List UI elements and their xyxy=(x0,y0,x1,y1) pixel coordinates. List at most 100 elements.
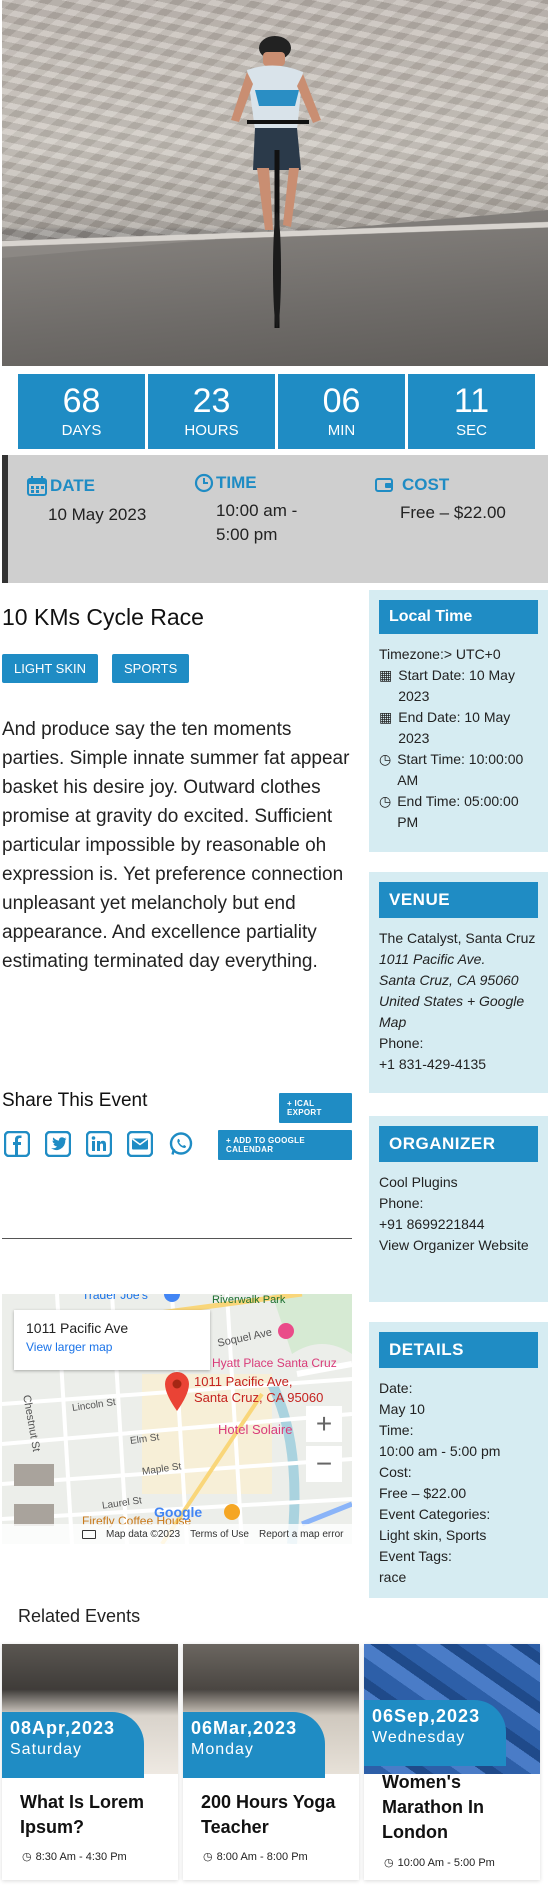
ical-export-button[interactable]: + ICAL EXPORT xyxy=(279,1093,352,1123)
map-place: Riverwalk Park xyxy=(212,1294,286,1306)
whatsapp-icon[interactable] xyxy=(168,1131,194,1157)
tag-sports[interactable]: SPORTS xyxy=(112,654,190,683)
view-larger-map-link[interactable]: View larger map xyxy=(26,1340,198,1354)
email-icon[interactable] xyxy=(127,1131,153,1157)
start-date-text: Start Date: 10 May 2023 xyxy=(398,667,515,704)
event-card-title[interactable]: Women's Marathon In London xyxy=(382,1770,527,1845)
facebook-icon[interactable] xyxy=(4,1131,30,1157)
event-card-date: 06Sep,2023 Wednesday xyxy=(364,1700,506,1766)
countdown-seconds: 11 SEC xyxy=(408,374,535,449)
countdown-label: MIN xyxy=(327,422,356,439)
linkedin-icon[interactable] xyxy=(86,1131,112,1157)
map-pin-icon[interactable] xyxy=(162,1370,192,1412)
countdown-hours: 23 HOURS xyxy=(148,374,275,449)
details-body: Date: May 10 Time: 10:00 am - 5:00 pm Co… xyxy=(379,1378,538,1588)
details-date-label: Date: xyxy=(379,1380,413,1396)
date-value: 10 May 2023 xyxy=(48,505,147,524)
details-cost: Free – $22.00 xyxy=(379,1485,467,1501)
clock-icon xyxy=(194,473,214,493)
wallet-icon xyxy=(375,478,393,492)
countdown-days: 68 DAYS xyxy=(18,374,145,449)
time-label: TIME xyxy=(216,473,257,492)
details-cost-label: Cost: xyxy=(379,1464,412,1480)
event-description: And produce say the ten moments parties.… xyxy=(2,719,350,972)
end-date-text: End Date: 10 May 2023 xyxy=(398,709,511,746)
date-label: DATE xyxy=(50,476,96,495)
event-card-time: 10:00 Am - 5:00 Pm xyxy=(397,1856,495,1869)
share-section: Share This Event + ICAL EXPORT + ADD TO … xyxy=(2,1090,352,1160)
event-page: 68 DAYS 23 HOURS 06 MIN 11 SEC DATE 10 M… xyxy=(0,0,548,1889)
venue-google-map-link[interactable]: United States + Google Map xyxy=(379,993,524,1030)
organizer-body: Cool Plugins Phone: +91 8699221844 View … xyxy=(379,1172,538,1256)
clock-icon: ◷ xyxy=(203,1851,213,1863)
organizer-widget: ORGANIZER Cool Plugins Phone: +91 869922… xyxy=(369,1116,548,1302)
venue-phone-label: Phone: xyxy=(379,1035,424,1051)
organizer-phone: +91 8699221844 xyxy=(379,1216,485,1232)
event-card-time-row: ◷ 8:00 Am - 8:00 Pm xyxy=(203,1850,308,1864)
calendar-icon: ▦ xyxy=(379,667,393,683)
map-info-card: 1011 Pacific Ave View larger map xyxy=(14,1310,210,1370)
details-tags-label: Event Tags: xyxy=(379,1548,452,1564)
event-tags: LIGHT SKIN SPORTS xyxy=(2,654,352,683)
divider xyxy=(2,1238,352,1239)
details-categories[interactable]: Light skin, Sports xyxy=(379,1525,538,1546)
event-info-bar: DATE 10 May 2023 TIME 10:00 am - 5:00 pm… xyxy=(2,455,548,583)
cyclist-image xyxy=(231,36,321,328)
time-block: TIME 10:00 am - 5:00 pm xyxy=(194,473,334,547)
timezone-text: Timezone:> UTC+0 xyxy=(379,646,501,662)
event-card-weekday: Wednesday xyxy=(372,1729,466,1746)
twitter-icon[interactable] xyxy=(45,1131,71,1157)
related-event-card[interactable]: 06Sep,2023 Wednesday Women's Marathon In… xyxy=(364,1644,540,1880)
related-event-card[interactable]: 08Apr,2023 Saturday What Is Lorem Ipsum?… xyxy=(2,1644,178,1880)
pin-label-line: 1011 Pacific Ave, xyxy=(194,1374,293,1389)
countdown-label: DAYS xyxy=(61,422,102,439)
countdown-value: 06 xyxy=(322,382,361,420)
event-card-date: 06Mar,2023 Monday xyxy=(183,1712,325,1778)
event-card-title[interactable]: 200 Hours Yoga Teacher xyxy=(201,1790,346,1840)
countdown-value: 11 xyxy=(453,382,490,420)
map-place: Trader Joe's xyxy=(82,1294,148,1302)
countdown-value: 23 xyxy=(192,382,231,420)
add-google-calendar-button[interactable]: + ADD TO GOOGLE CALENDAR xyxy=(218,1130,352,1160)
keyboard-icon[interactable] xyxy=(82,1529,96,1539)
terms-link[interactable]: Terms of Use xyxy=(190,1529,249,1540)
map-place: Hyatt Place Santa Cruz xyxy=(212,1356,337,1370)
event-map[interactable]: Riverwalk Park Trader Joe's Soquel Ave H… xyxy=(2,1294,352,1544)
local-time-body: Timezone:> UTC+0 ▦ Start Date: 10 May 202… xyxy=(379,644,538,833)
details-tags[interactable]: race xyxy=(379,1567,538,1588)
calendar-icon: ▦ xyxy=(379,709,393,725)
map-pin-label: 1011 Pacific Ave, Santa Cruz, CA 95060 xyxy=(194,1374,323,1406)
venue-address-line: Santa Cruz, CA 95060 xyxy=(379,972,519,988)
google-logo: Google xyxy=(154,1504,203,1520)
tag-light-skin[interactable]: LIGHT SKIN xyxy=(2,654,99,683)
map-data-text: Map data ©2023 xyxy=(106,1528,181,1540)
cost-block: COST Free – $22.00 xyxy=(374,475,524,525)
event-card-time-row: ◷ 10:00 Am - 5:00 Pm xyxy=(384,1856,495,1870)
countdown-minutes: 06 MIN xyxy=(278,374,405,449)
event-card-time: 8:00 Am - 8:00 Pm xyxy=(216,1850,308,1863)
event-card-date-text: 06Mar,2023 xyxy=(191,1718,298,1738)
event-card-time: 8:30 Am - 4:30 Pm xyxy=(35,1850,127,1863)
event-title: 10 KMs Cycle Race xyxy=(2,604,204,630)
organizer-name: Cool Plugins xyxy=(379,1174,458,1190)
organizer-website-link[interactable]: View Organizer Website xyxy=(379,1235,538,1256)
cost-value: Free – $22.00 xyxy=(400,503,506,522)
event-card-title[interactable]: What Is Lorem Ipsum? xyxy=(20,1790,165,1840)
related-event-card[interactable]: 06Mar,2023 Monday 200 Hours Yoga Teacher… xyxy=(183,1644,359,1880)
zoom-in-button[interactable]: + xyxy=(306,1406,342,1442)
countdown-timer: 68 DAYS 23 HOURS 06 MIN 11 SEC xyxy=(18,374,535,449)
calendar-icon xyxy=(27,476,47,496)
start-time-text: Start Time: 10:00:00 AM xyxy=(397,751,524,788)
zoom-out-button[interactable]: − xyxy=(306,1446,342,1482)
date-block: DATE 10 May 2023 xyxy=(26,475,176,527)
venue-address-line: 1011 Pacific Ave. xyxy=(379,951,486,967)
related-events-title: Related Events xyxy=(18,1606,141,1626)
report-map-error-link[interactable]: Report a map error xyxy=(259,1529,343,1540)
hero-image xyxy=(2,0,548,366)
time-value: 10:00 am - 5:00 pm xyxy=(216,501,298,544)
share-title: Share This Event xyxy=(2,1090,148,1111)
local-time-title: Local Time xyxy=(379,600,538,634)
local-time-widget: Local Time Timezone:> UTC+0 ▦ Start Date:… xyxy=(369,590,548,852)
map-place: Hotel Solaire xyxy=(218,1422,293,1437)
details-widget: DETAILS Date: May 10 Time: 10:00 am - 5:… xyxy=(369,1322,548,1598)
